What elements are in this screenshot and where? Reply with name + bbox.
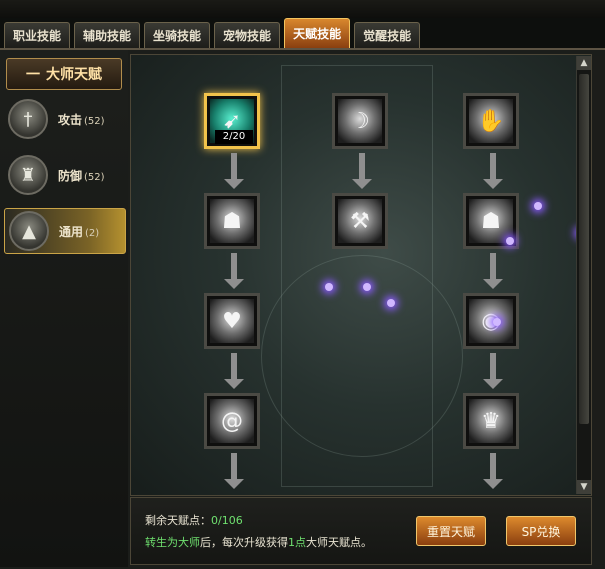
slash-figure-icon: ☽ [338,99,382,143]
scrollbar[interactable]: ▲ ▼ [576,56,591,494]
sword-icon: † [8,99,48,139]
tree-arrow [483,153,503,189]
sidebar-item-defense[interactable]: ♜ 防御 (52) [4,152,126,198]
hammer-icon: ⚒ [338,199,382,243]
scroll-thumb[interactable] [579,74,589,424]
talent-node[interactable]: ➹ 2/20 [204,93,260,149]
talent-node[interactable]: ♥ [204,293,260,349]
tab-class-skills[interactable]: 职业技能 [4,22,71,48]
talent-node[interactable]: ☗ [204,193,260,249]
talent-node[interactable]: ☽ [332,93,388,149]
tab-support-skills[interactable]: 辅助技能 [74,22,141,48]
info-text: 大师天赋点。 [306,536,372,549]
remaining-label: 剩余天赋点： [145,514,211,527]
tree-arrow [224,253,244,289]
background-ring [261,255,463,457]
brute-icon: ☗ [210,199,254,243]
right-border [594,56,605,496]
sidebar-item-label: 防御 (52) [58,168,105,183]
warrior-icon: ☗ [469,199,513,243]
talent-node[interactable]: ✋ [463,93,519,149]
aura-icon: ♛ [469,399,513,443]
tree-arrow [224,353,244,389]
info-highlight: 转生为大师 [145,536,200,549]
talent-node[interactable]: @ [204,393,260,449]
sidebar-item-label: 攻击 (52) [58,112,105,127]
top-decoration [0,0,605,18]
sidebar-header[interactable]: 一 大师天赋 [6,58,122,90]
tree-arrow [483,453,503,489]
sparkle-effect [387,299,395,307]
talent-tree-panel: ➹ 2/20 ☗ ♥ @ ☽ ⚒ ✋ ☗ ◉ ♛ [130,54,592,496]
heart-icon: ♥ [210,299,254,343]
sp-exchange-button[interactable]: SP兑换 [506,516,576,546]
talent-points-count: 2/20 [215,130,253,144]
sparkle-effect [506,237,514,245]
remaining-points: 剩余天赋点：0/106 [145,512,243,528]
sidebar-item-label: 通用 (2) [59,224,100,239]
shield-figure-icon: ♜ [8,155,48,195]
tree-arrow [483,353,503,389]
sparkle-effect [325,283,333,291]
collapse-dash: 一 [26,67,40,83]
sparkle-effect [534,202,542,210]
tab-mount-skills[interactable]: 坐骑技能 [144,22,211,48]
tree-arrow [483,253,503,289]
tree-arrow [352,153,372,189]
info-highlight: 1点 [288,536,306,549]
vortex-icon: @ [210,399,254,443]
talent-info-text: 转生为大师后，每次升级获得1点大师天赋点。 [145,534,372,550]
sidebar-item-attack[interactable]: † 攻击 (52) [4,96,126,142]
tree-arrow [224,153,244,189]
triangle-emblem-icon: ▲ [9,211,49,251]
sparkle-effect [493,318,501,326]
remaining-value: 0/106 [211,514,243,527]
sparkle-effect [363,283,371,291]
scroll-down-button[interactable]: ▼ [577,480,591,494]
talent-footer: 剩余天赋点：0/106 转生为大师后，每次升级获得1点大师天赋点。 重置天赋 S… [130,497,592,565]
tree-arrow [224,453,244,489]
talent-node[interactable]: ⚒ [332,193,388,249]
talent-node[interactable]: ◉ [463,293,519,349]
tab-pet-skills[interactable]: 宠物技能 [214,22,281,48]
sidebar-item-general[interactable]: ▲ 通用 (2) [4,208,126,254]
sidebar-header-title: 大师天赋 [46,67,102,83]
tab-awakening-skills[interactable]: 觉醒技能 [354,22,421,48]
info-text: 后，每次升级获得 [200,536,288,549]
claw-strike-icon: ✋ [469,99,513,143]
skill-tabs: 职业技能 辅助技能 坐骑技能 宠物技能 天赋技能 觉醒技能 [4,18,421,48]
tab-talent-skills[interactable]: 天赋技能 [284,18,351,48]
scroll-up-button[interactable]: ▲ [577,56,591,70]
reset-talent-button[interactable]: 重置天赋 [416,516,486,546]
talent-node[interactable]: ♛ [463,393,519,449]
meditation-icon: ◉ [469,299,513,343]
